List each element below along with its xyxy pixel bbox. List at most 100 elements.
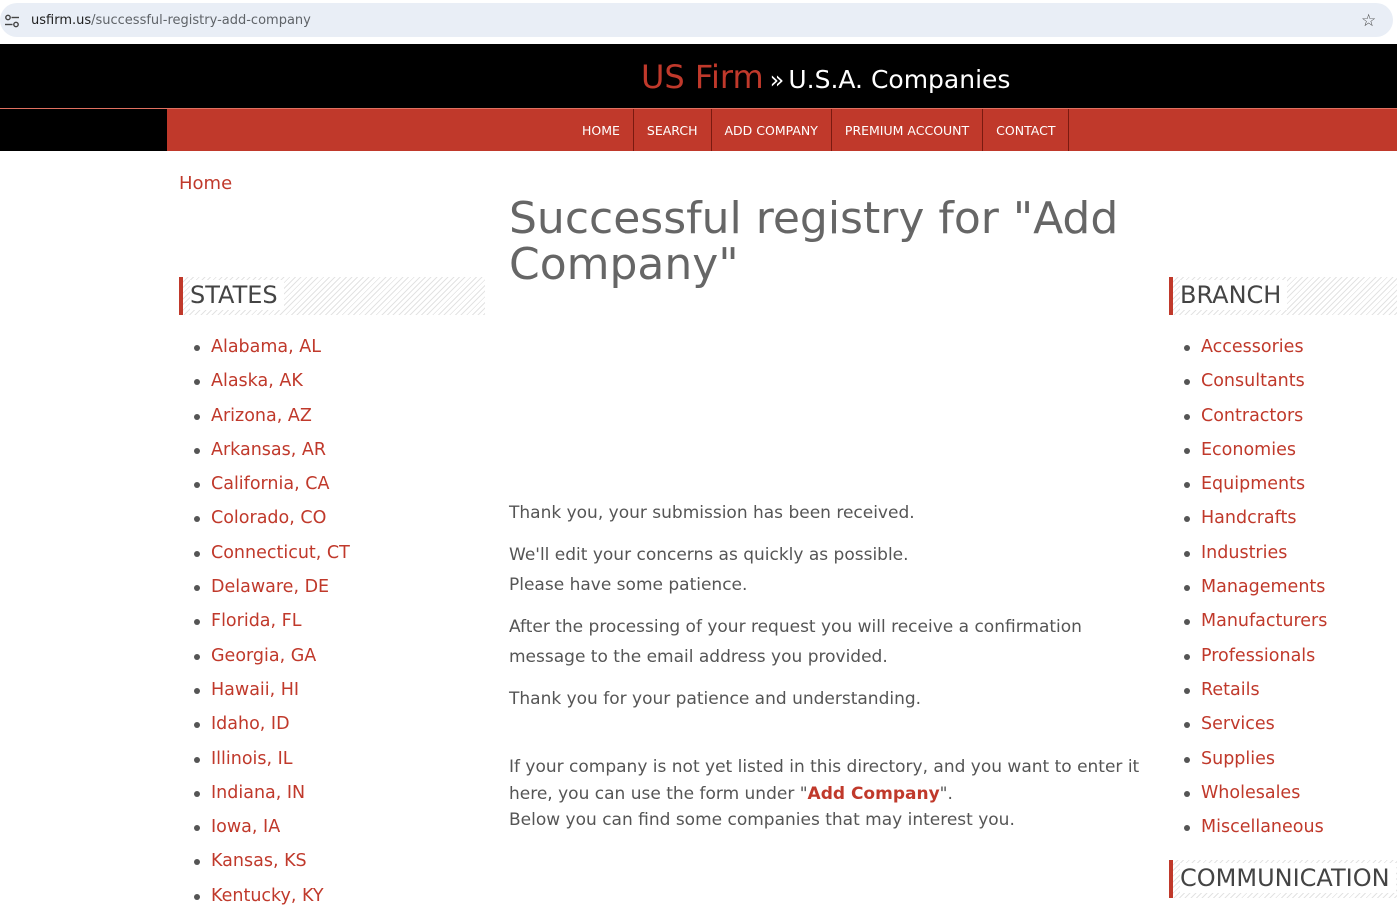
state-link[interactable]: Arkansas, AR xyxy=(211,440,326,460)
state-link[interactable]: California, CA xyxy=(211,474,329,494)
list-item: Connecticut, CT xyxy=(194,536,350,570)
branch-link[interactable]: Retails xyxy=(1201,680,1260,700)
state-link[interactable]: Idaho, ID xyxy=(211,714,290,734)
state-link[interactable]: Georgia, GA xyxy=(211,646,316,666)
nav-home[interactable]: HOME xyxy=(569,109,634,151)
state-link[interactable]: Colorado, CO xyxy=(211,508,326,528)
communication-heading: COMMUNICATION xyxy=(1169,860,1397,898)
branch-link[interactable]: Wholesales xyxy=(1201,783,1300,803)
list-item: Alaska, AK xyxy=(194,364,350,398)
main-navigation: HOME SEARCH ADD COMPANY PREMIUM ACCOUNT … xyxy=(0,108,1397,151)
message-edit-line2: Please have some patience. xyxy=(509,575,748,595)
list-item: Indiana, IN xyxy=(194,776,350,810)
list-item: Arizona, AZ xyxy=(194,399,350,433)
branch-link[interactable]: Professionals xyxy=(1201,646,1315,666)
branch-link[interactable]: Contractors xyxy=(1201,406,1303,426)
list-item: Retails xyxy=(1183,673,1327,707)
state-link[interactable]: Kansas, KS xyxy=(211,851,307,871)
bookmark-star-icon[interactable]: ☆ xyxy=(1361,11,1376,31)
list-item: Florida, FL xyxy=(194,604,350,638)
list-item: Consultants xyxy=(1183,364,1327,398)
message-edit-line1: We'll edit your concerns as quickly as p… xyxy=(509,545,909,565)
nav-left-block xyxy=(0,109,167,151)
branch-link[interactable]: Consultants xyxy=(1201,371,1305,391)
nav-premium-account[interactable]: PREMIUM ACCOUNT xyxy=(832,109,984,151)
nav-contact[interactable]: CONTACT xyxy=(983,109,1070,151)
branch-link[interactable]: Services xyxy=(1201,714,1275,734)
branch-heading-label: BRANCH xyxy=(1180,280,1288,310)
branch-link[interactable]: Manufacturers xyxy=(1201,611,1327,631)
communication-heading-label: COMMUNICATION xyxy=(1180,863,1396,893)
list-item: Equipments xyxy=(1183,467,1327,501)
branch-link[interactable]: Handcrafts xyxy=(1201,508,1296,528)
state-link[interactable]: Illinois, IL xyxy=(211,749,293,769)
nav-add-company[interactable]: ADD COMPANY xyxy=(712,109,832,151)
message-interest: Below you can find some companies that m… xyxy=(509,810,1015,830)
states-heading: STATES xyxy=(179,277,485,315)
branch-link[interactable]: Economies xyxy=(1201,440,1296,460)
url-domain: usfirm.us xyxy=(31,13,92,28)
message-confirmation: After the processing of your request you… xyxy=(509,617,1082,667)
site-settings-icon[interactable] xyxy=(4,14,20,28)
message-add-company: If your company is not yet listed in thi… xyxy=(509,754,1149,834)
list-item: Contractors xyxy=(1183,399,1327,433)
branch-link[interactable]: Accessories xyxy=(1201,337,1304,357)
list-item: Industries xyxy=(1183,536,1327,570)
page-title: Successful registry for "Add Company" xyxy=(509,193,1119,290)
list-item: Delaware, DE xyxy=(194,570,350,604)
list-item: Arkansas, AR xyxy=(194,433,350,467)
state-link[interactable]: Kentucky, KY xyxy=(211,886,324,906)
state-link[interactable]: Alaska, AK xyxy=(211,371,303,391)
list-item: Professionals xyxy=(1183,639,1327,673)
states-list: Alabama, AL Alaska, AK Arizona, AZ Arkan… xyxy=(194,330,350,913)
list-item: Services xyxy=(1183,707,1327,741)
list-item: Handcrafts xyxy=(1183,501,1327,535)
list-item: Manufacturers xyxy=(1183,604,1327,638)
list-item: Economies xyxy=(1183,433,1327,467)
state-link[interactable]: Indiana, IN xyxy=(211,783,305,803)
list-item: California, CA xyxy=(194,467,350,501)
states-heading-label: STATES xyxy=(190,280,284,310)
list-item: Illinois, IL xyxy=(194,742,350,776)
branch-link[interactable]: Supplies xyxy=(1201,749,1275,769)
list-item: Iowa, IA xyxy=(194,810,350,844)
message-received: Thank you, your submission has been rece… xyxy=(509,503,915,523)
state-link[interactable]: Arizona, AZ xyxy=(211,406,312,426)
list-item: Colorado, CO xyxy=(194,501,350,535)
url-text[interactable]: usfirm.us/successful-registry-add-compan… xyxy=(31,13,311,28)
browser-toolbar: usfirm.us/successful-registry-add-compan… xyxy=(0,0,1397,44)
brand-separator: » xyxy=(769,66,785,94)
site-brand[interactable]: US Firm» U.S.A. Companies xyxy=(641,58,1010,96)
list-item: Managements xyxy=(1183,570,1327,604)
list-item: Miscellaneous xyxy=(1183,810,1327,844)
nav-menu: HOME SEARCH ADD COMPANY PREMIUM ACCOUNT … xyxy=(569,109,1070,151)
list-item: Alabama, AL xyxy=(194,330,350,364)
branch-heading: BRANCH xyxy=(1169,277,1397,315)
state-link[interactable]: Iowa, IA xyxy=(211,817,280,837)
branch-link[interactable]: Industries xyxy=(1201,543,1287,563)
nav-search[interactable]: SEARCH xyxy=(634,109,712,151)
state-link[interactable]: Alabama, AL xyxy=(211,337,321,357)
brand-main: US Firm xyxy=(641,58,764,96)
add-company-link[interactable]: Add Company xyxy=(808,784,940,804)
branch-link[interactable]: Miscellaneous xyxy=(1201,817,1324,837)
breadcrumb-home[interactable]: Home xyxy=(179,173,232,194)
address-bar[interactable]: usfirm.us/successful-registry-add-compan… xyxy=(0,3,1393,37)
list-item: Wholesales xyxy=(1183,776,1327,810)
state-link[interactable]: Connecticut, CT xyxy=(211,543,350,563)
state-link[interactable]: Hawaii, HI xyxy=(211,680,299,700)
list-item: Supplies xyxy=(1183,742,1327,776)
list-item: Hawaii, HI xyxy=(194,673,350,707)
branch-link[interactable]: Managements xyxy=(1201,577,1325,597)
list-item: Idaho, ID xyxy=(194,707,350,741)
message-thanks: Thank you for your patience and understa… xyxy=(509,689,922,709)
list-item: Kentucky, KY xyxy=(194,879,350,913)
message-add-company-end: ". xyxy=(939,783,953,804)
state-link[interactable]: Delaware, DE xyxy=(211,577,329,597)
message-edit: We'll edit your concerns as quickly as p… xyxy=(509,540,1149,600)
url-path: /successful-registry-add-company xyxy=(91,13,311,28)
list-item: Accessories xyxy=(1183,330,1327,364)
brand-subtitle: U.S.A. Companies xyxy=(788,65,1011,94)
state-link[interactable]: Florida, FL xyxy=(211,611,301,631)
branch-link[interactable]: Equipments xyxy=(1201,474,1305,494)
